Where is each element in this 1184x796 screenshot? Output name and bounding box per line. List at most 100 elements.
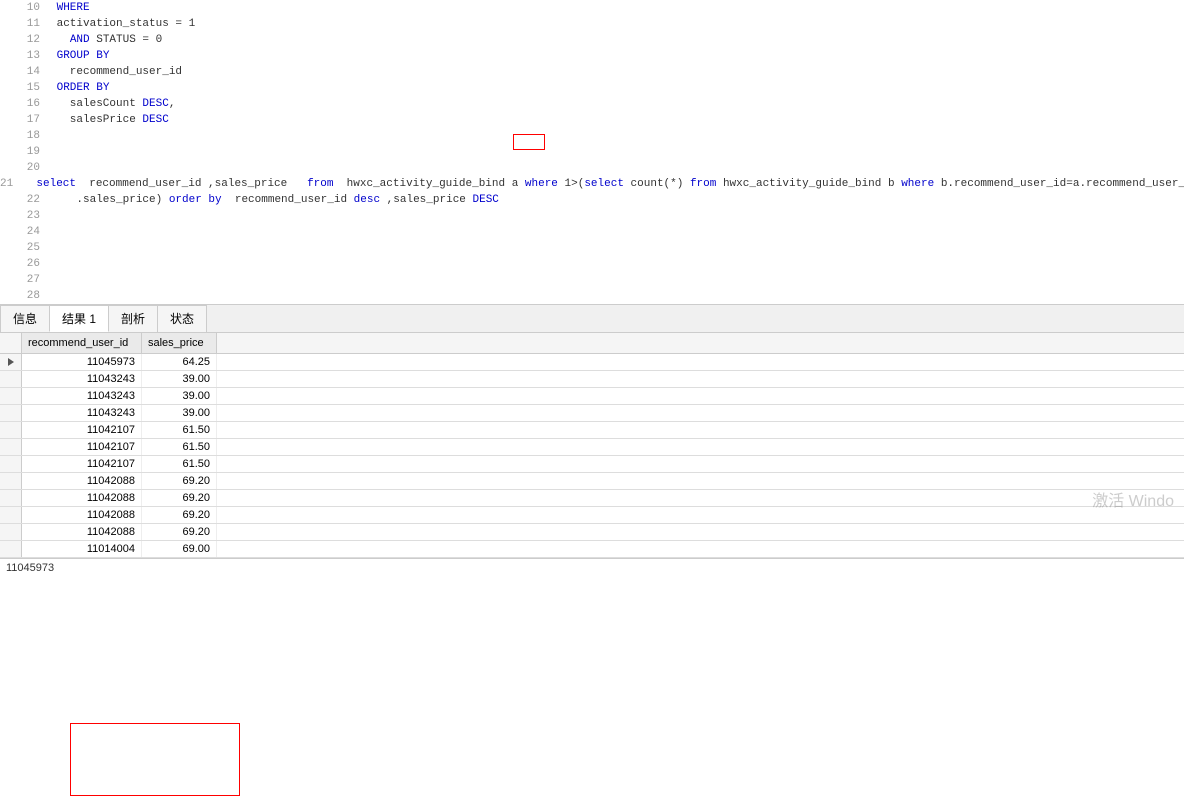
row-indicator: [0, 388, 22, 404]
cell-sales-price[interactable]: 61.50: [142, 439, 217, 455]
table-row[interactable]: 1104210761.50: [0, 456, 1184, 473]
line-number: 23: [0, 208, 50, 224]
row-indicator: [0, 541, 22, 557]
cell-recommend-user-id[interactable]: 11042107: [22, 456, 142, 472]
line-number: 28: [0, 288, 50, 304]
line-number: 27: [0, 272, 50, 288]
code-line[interactable]: 22 .sales_price) order by recommend_user…: [0, 192, 1184, 208]
line-number: 22: [0, 192, 50, 208]
row-indicator: [0, 354, 22, 370]
code-line[interactable]: 26: [0, 256, 1184, 272]
cell-sales-price[interactable]: 61.50: [142, 456, 217, 472]
cell-recommend-user-id[interactable]: 11042107: [22, 439, 142, 455]
cell-recommend-user-id[interactable]: 11042088: [22, 507, 142, 523]
line-number: 13: [0, 48, 50, 64]
row-indicator: [0, 371, 22, 387]
table-row[interactable]: 1104208869.20: [0, 490, 1184, 507]
table-row[interactable]: 1104208869.20: [0, 524, 1184, 541]
cell-sales-price[interactable]: 61.50: [142, 422, 217, 438]
table-row[interactable]: 1104324339.00: [0, 388, 1184, 405]
code-line[interactable]: 14 recommend_user_id: [0, 64, 1184, 80]
table-row[interactable]: 1104324339.00: [0, 371, 1184, 388]
code-line[interactable]: 10 WHERE: [0, 0, 1184, 16]
code-content[interactable]: select recommend_user_id ,sales_price fr…: [23, 176, 1184, 192]
row-indicator: [0, 490, 22, 506]
line-number: 15: [0, 80, 50, 96]
results-grid: recommend_user_id sales_price 1104597364…: [0, 333, 1184, 558]
code-line[interactable]: 12 AND STATUS = 0: [0, 32, 1184, 48]
status-bar: 11045973: [0, 558, 1184, 577]
code-content[interactable]: salesPrice DESC: [50, 112, 169, 128]
row-indicator: [0, 507, 22, 523]
table-row[interactable]: 1104208869.20: [0, 473, 1184, 490]
cell-sales-price[interactable]: 69.20: [142, 507, 217, 523]
col-header-recommend-user-id[interactable]: recommend_user_id: [22, 333, 142, 353]
code-line[interactable]: 27: [0, 272, 1184, 288]
code-content[interactable]: WHERE: [50, 0, 90, 16]
cell-recommend-user-id[interactable]: 11042088: [22, 524, 142, 540]
row-indicator: [0, 473, 22, 489]
line-number: 14: [0, 64, 50, 80]
cell-sales-price[interactable]: 39.00: [142, 405, 217, 421]
code-line[interactable]: 19: [0, 144, 1184, 160]
code-line[interactable]: 16 salesCount DESC,: [0, 96, 1184, 112]
current-row-icon: [8, 358, 14, 366]
grid-header: recommend_user_id sales_price: [0, 333, 1184, 354]
code-line[interactable]: 24: [0, 224, 1184, 240]
line-number: 16: [0, 96, 50, 112]
cell-sales-price[interactable]: 64.25: [142, 354, 217, 370]
code-line[interactable]: 17 salesPrice DESC: [0, 112, 1184, 128]
code-line[interactable]: 23: [0, 208, 1184, 224]
cell-recommend-user-id[interactable]: 11042088: [22, 473, 142, 489]
code-content[interactable]: ORDER BY: [50, 80, 109, 96]
cell-sales-price[interactable]: 39.00: [142, 388, 217, 404]
code-editor[interactable]: 10 WHERE11 activation_status = 112 AND S…: [0, 0, 1184, 305]
tab-info[interactable]: 信息: [0, 305, 50, 332]
line-number: 11: [0, 16, 50, 32]
cell-recommend-user-id[interactable]: 11043243: [22, 388, 142, 404]
cell-sales-price[interactable]: 69.20: [142, 524, 217, 540]
cell-recommend-user-id[interactable]: 11045973: [22, 354, 142, 370]
cell-recommend-user-id[interactable]: 11042088: [22, 490, 142, 506]
result-tabs: 信息 结果 1 剖析 状态: [0, 305, 1184, 333]
row-indicator: [0, 524, 22, 540]
line-number: 26: [0, 256, 50, 272]
code-line[interactable]: 21 select recommend_user_id ,sales_price…: [0, 176, 1184, 192]
line-number: 24: [0, 224, 50, 240]
tab-status[interactable]: 状态: [157, 305, 207, 332]
line-number: 21: [0, 176, 23, 192]
code-line[interactable]: 25: [0, 240, 1184, 256]
code-content[interactable]: activation_status = 1: [50, 16, 195, 32]
line-number: 10: [0, 0, 50, 16]
tab-profile[interactable]: 剖析: [108, 305, 158, 332]
code-line[interactable]: 18: [0, 128, 1184, 144]
code-line[interactable]: 11 activation_status = 1: [0, 16, 1184, 32]
code-content[interactable]: recommend_user_id: [50, 64, 182, 80]
line-number: 18: [0, 128, 50, 144]
code-content[interactable]: GROUP BY: [50, 48, 109, 64]
table-row[interactable]: 1104324339.00: [0, 405, 1184, 422]
cell-sales-price[interactable]: 69.20: [142, 490, 217, 506]
cell-sales-price[interactable]: 69.20: [142, 473, 217, 489]
cell-recommend-user-id[interactable]: 11014004: [22, 541, 142, 557]
cell-sales-price[interactable]: 69.00: [142, 541, 217, 557]
code-line[interactable]: 13 GROUP BY: [0, 48, 1184, 64]
code-line[interactable]: 20: [0, 160, 1184, 176]
col-header-sales-price[interactable]: sales_price: [142, 333, 217, 353]
code-line[interactable]: 15 ORDER BY: [0, 80, 1184, 96]
tab-result-1[interactable]: 结果 1: [49, 305, 109, 332]
cell-recommend-user-id[interactable]: 11043243: [22, 405, 142, 421]
status-value: 11045973: [6, 562, 54, 574]
code-line[interactable]: 28: [0, 288, 1184, 304]
table-row[interactable]: 1104210761.50: [0, 422, 1184, 439]
table-row[interactable]: 1101400469.00: [0, 541, 1184, 558]
table-row[interactable]: 1104208869.20: [0, 507, 1184, 524]
cell-recommend-user-id[interactable]: 11042107: [22, 422, 142, 438]
code-content[interactable]: salesCount DESC,: [50, 96, 175, 112]
code-content[interactable]: AND STATUS = 0: [50, 32, 162, 48]
table-row[interactable]: 1104210761.50: [0, 439, 1184, 456]
code-content[interactable]: .sales_price) order by recommend_user_id…: [50, 192, 499, 208]
table-row[interactable]: 1104597364.25: [0, 354, 1184, 371]
cell-sales-price[interactable]: 39.00: [142, 371, 217, 387]
cell-recommend-user-id[interactable]: 11043243: [22, 371, 142, 387]
